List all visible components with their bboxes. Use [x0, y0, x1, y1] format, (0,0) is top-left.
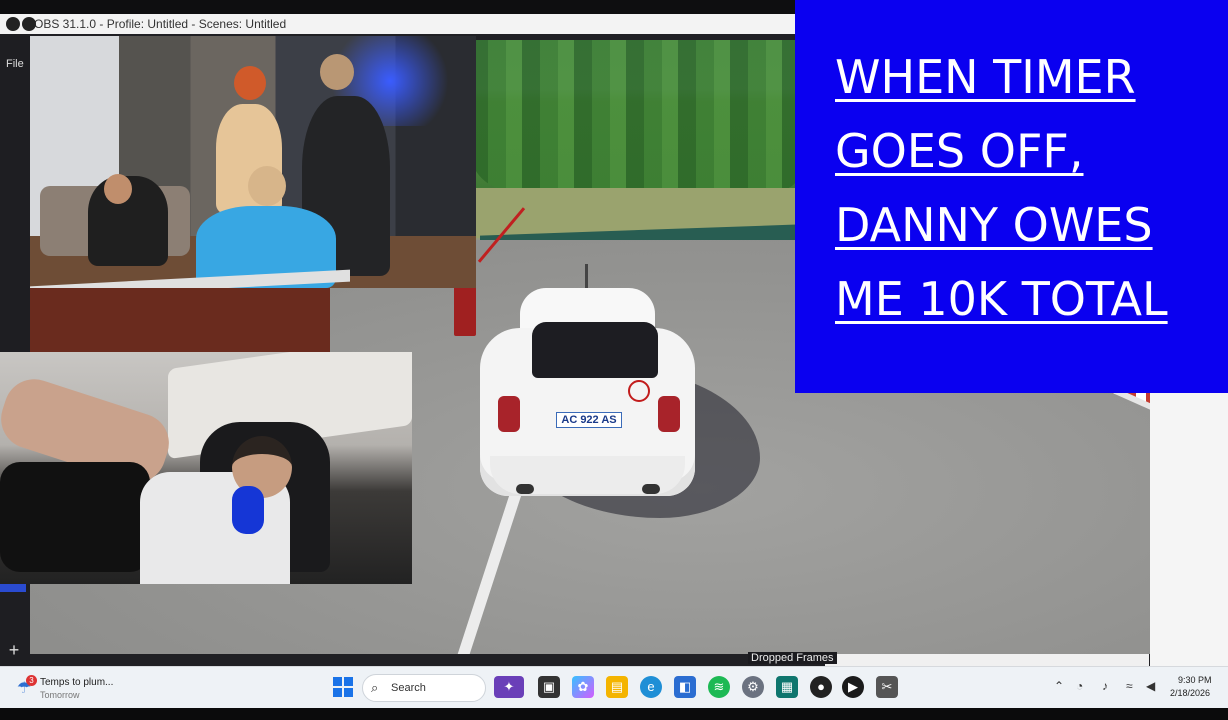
challenge-banner: WHEN TIMER GOES OFF, DANNY OWES ME 10K T…: [795, 0, 1228, 393]
window-titlebar[interactable]: OBS 31.1.0 - Profile: Untitled - Scenes:…: [0, 14, 800, 34]
car-rear-window: [532, 322, 658, 378]
edge-icon[interactable]: e: [640, 676, 662, 698]
track-marshal: [454, 282, 476, 336]
dock-blue-strip: [0, 584, 26, 592]
dropped-frames-label: Dropped Frames: [748, 652, 837, 664]
search-placeholder: Search: [391, 682, 426, 694]
search-icon: ⌕: [371, 680, 379, 695]
taskbar-search[interactable]: ⌕ Search: [362, 674, 486, 702]
obs-logo-icon: [6, 17, 20, 31]
person-on-couch-head: [104, 174, 132, 204]
streamer-shorts: [0, 462, 150, 572]
banner-line-2: GOES OFF,: [835, 124, 1084, 178]
car-taillight-right: [658, 396, 680, 432]
start-icon-q4: [344, 688, 353, 697]
screen: OBS 31.1.0 - Profile: Untitled - Scenes:…: [0, 0, 1228, 720]
start-icon-q1: [333, 677, 342, 686]
weather-subtitle: Tomorrow: [40, 690, 80, 700]
car-antenna: [585, 264, 588, 290]
widgets-icon[interactable]: ✦: [494, 676, 524, 698]
obs-statusbar: [825, 654, 1149, 666]
car-exhaust-right: [642, 484, 660, 494]
add-source-button[interactable]: +: [4, 640, 24, 660]
weather-title: Temps to plum...: [40, 677, 114, 688]
taskbar-time[interactable]: 9:30 PM: [1178, 675, 1212, 685]
start-icon-q2: [344, 677, 353, 686]
race-car: AC 922 AS: [480, 264, 760, 518]
banner-line-4: ME 10K TOTAL: [835, 272, 1168, 326]
window-title: OBS 31.1.0 - Profile: Untitled - Scenes:…: [34, 17, 287, 31]
banner-line-3: DANNY OWES: [835, 198, 1153, 252]
windows-taskbar: ☂ 3 Temps to plum... Tomorrow ⌕ Search ✦…: [0, 666, 1228, 708]
microphone-icon: [232, 486, 264, 534]
desktop-background: [1150, 393, 1228, 666]
person-standing-right-head: [320, 54, 354, 90]
wifi-icon[interactable]: ≈: [1126, 679, 1133, 693]
microphone-tray-icon[interactable]: ♪: [1102, 679, 1108, 693]
start-button[interactable]: [333, 677, 353, 697]
weather-widget[interactable]: ☂ 3 Temps to plum... Tomorrow: [14, 675, 134, 703]
start-icon-q3: [333, 688, 342, 697]
volume-icon[interactable]: ◀: [1146, 679, 1155, 693]
file-explorer-icon[interactable]: ▤: [606, 676, 628, 698]
obs-icon[interactable]: ▶: [842, 676, 864, 698]
banner-line-1: WHEN TIMER: [835, 50, 1136, 104]
tray-chevron-up-icon[interactable]: ⌃: [1054, 679, 1064, 693]
menu-file[interactable]: File: [6, 58, 24, 70]
copilot-icon[interactable]: ✿: [572, 676, 594, 698]
car-taillight-left: [498, 396, 520, 432]
obs-logo-icon-secondary: [22, 17, 36, 31]
desk-surface: [30, 288, 330, 352]
tray-app-icon[interactable]: ◔: [1076, 679, 1083, 693]
car-exhaust-left: [516, 484, 534, 494]
webcam-room-overlay[interactable]: [30, 36, 476, 288]
person-seated-blue-head: [248, 166, 286, 206]
store-icon[interactable]: ◧: [674, 676, 696, 698]
car-badge-icon: [628, 380, 650, 402]
settings-icon[interactable]: ⚙: [742, 676, 764, 698]
taskbar-date[interactable]: 2/18/2026: [1170, 688, 1210, 698]
screen-bottom-border: [0, 708, 1228, 720]
license-plate: AC 922 AS: [556, 412, 622, 428]
webcam-streamer-overlay[interactable]: [0, 352, 412, 584]
tree-line: [470, 40, 800, 190]
snip-icon[interactable]: ✂: [876, 676, 898, 698]
weather-badge: 3: [26, 675, 37, 686]
photos-icon[interactable]: ▦: [776, 676, 798, 698]
person-standing-left-head: [234, 66, 266, 100]
spotify-icon[interactable]: ≋: [708, 676, 730, 698]
task-view-icon[interactable]: ▣: [538, 676, 560, 698]
game-icon[interactable]: ●: [810, 676, 832, 698]
